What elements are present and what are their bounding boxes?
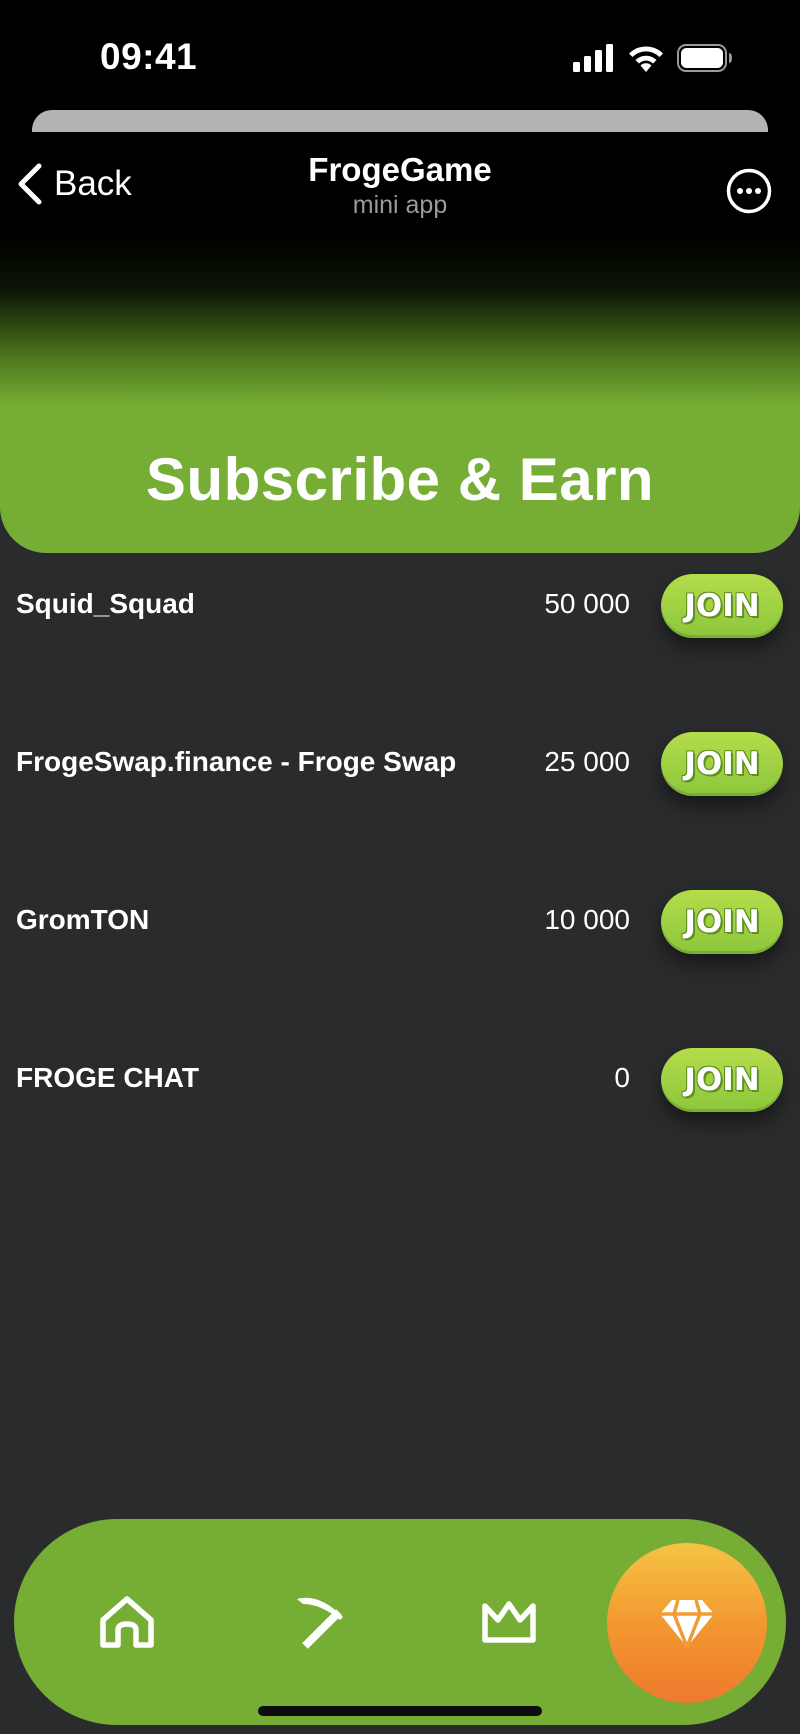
banner-title: Subscribe & Earn: [145, 446, 655, 513]
subscribe-earn-banner: Subscribe & Earn: [0, 406, 800, 553]
bottom-navigation: [14, 1519, 786, 1725]
channel-name: FROGE CHAT: [16, 1062, 200, 1093]
list-item: GromTON 10 000 JOIN: [0, 888, 800, 958]
more-options-icon[interactable]: [726, 168, 772, 214]
join-label: JOIN: [684, 904, 760, 940]
join-button[interactable]: JOIN: [661, 574, 783, 638]
header-title-group: FrogeGame mini app: [200, 151, 600, 221]
nav-mine[interactable]: [254, 1519, 384, 1725]
app-header: Back FrogeGame mini app: [0, 140, 800, 240]
list-item: FROGE CHAT 0 JOIN: [0, 1046, 800, 1116]
channel-name: GromTON: [16, 904, 150, 935]
reward-amount: 50 000: [544, 588, 630, 619]
status-bar: 09:41: [0, 0, 800, 110]
wifi-icon: [629, 46, 663, 72]
cellular-signal-icon: [573, 44, 613, 72]
join-label: JOIN: [684, 588, 760, 624]
gem-icon: [660, 1599, 714, 1649]
mini-app-screen: 09:41 Back FrogeGame mini app Subscribe …: [0, 0, 800, 1734]
reward-amount: 25 000: [544, 746, 630, 777]
crown-icon: [482, 1601, 536, 1643]
join-button[interactable]: JOIN: [661, 732, 783, 796]
join-label: JOIN: [684, 1062, 760, 1098]
app-title: FrogeGame: [308, 151, 492, 188]
nav-earn[interactable]: [607, 1543, 767, 1703]
list-item: FrogeSwap.finance - Froge Swap 25 000 JO…: [0, 730, 800, 800]
list-item: Squid_Squad 50 000 JOIN: [0, 572, 800, 642]
join-label: JOIN: [684, 746, 760, 782]
join-button[interactable]: JOIN: [661, 1048, 783, 1112]
back-label: Back: [54, 164, 132, 203]
app-subtitle: mini app: [352, 191, 448, 219]
pickaxe-icon: [297, 1597, 343, 1649]
channel-name: Squid_Squad: [16, 588, 195, 619]
sheet-top-bar: [32, 110, 768, 132]
join-button[interactable]: JOIN: [661, 890, 783, 954]
reward-amount: 10 000: [544, 904, 630, 935]
nav-home[interactable]: [62, 1519, 192, 1725]
reward-amount: 0: [614, 1062, 630, 1093]
status-time: 09:41: [100, 36, 198, 77]
back-button[interactable]: Back: [14, 162, 132, 206]
home-indicator: [258, 1706, 542, 1716]
home-icon: [100, 1596, 154, 1648]
chevron-left-icon: [18, 163, 42, 205]
nav-leaderboard[interactable]: [444, 1519, 574, 1725]
battery-icon: [677, 44, 732, 72]
channel-name: FrogeSwap.finance - Froge Swap: [16, 746, 457, 777]
